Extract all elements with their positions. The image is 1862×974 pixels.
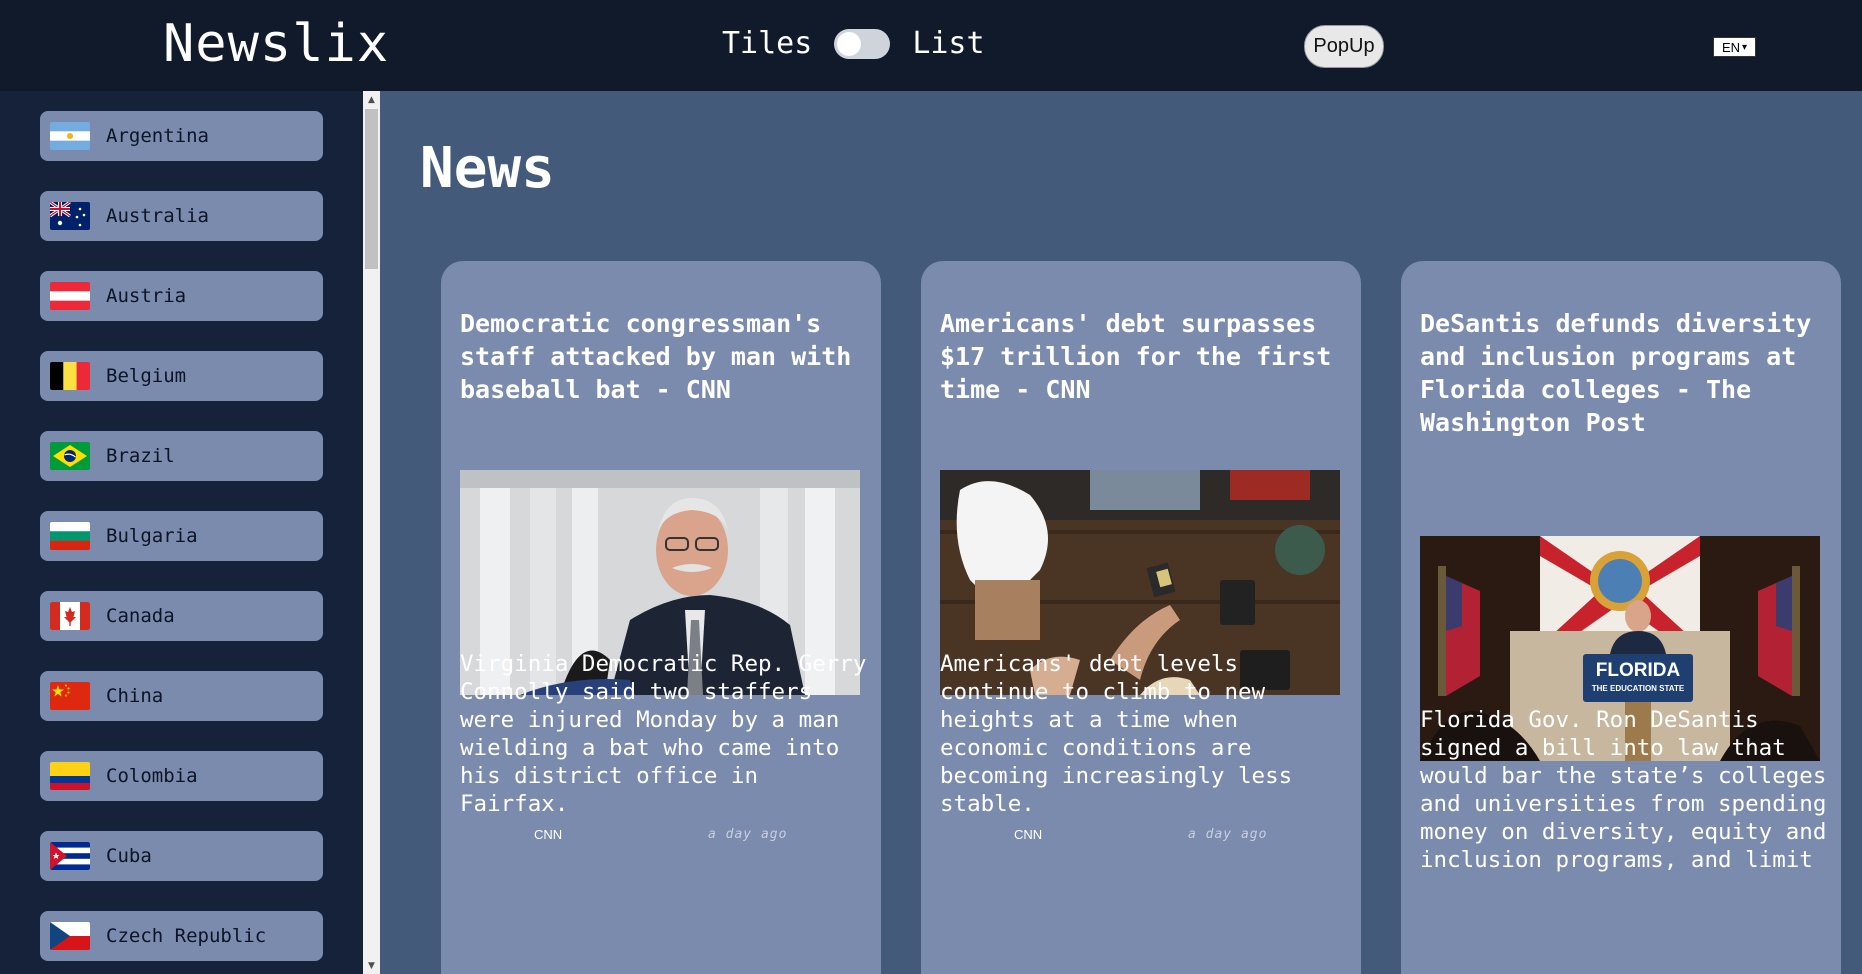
- page-title: News: [420, 136, 555, 201]
- sidebar-item-colombia[interactable]: Colombia: [40, 751, 323, 801]
- sidebar-item-china[interactable]: China: [40, 671, 323, 721]
- scrollbar-thumb[interactable]: [365, 109, 378, 269]
- flag-czech-republic-icon: [50, 922, 90, 950]
- view-list-label[interactable]: List: [912, 26, 984, 61]
- view-tiles-label[interactable]: Tiles: [722, 26, 812, 61]
- switch-knob: [837, 31, 862, 56]
- flag-bulgaria-icon: [50, 522, 90, 550]
- flag-canada-icon: [50, 602, 90, 630]
- sidebar-item-belgium[interactable]: Belgium: [40, 351, 323, 401]
- news-card-time: a day ago: [1188, 827, 1268, 842]
- news-card-title[interactable]: Democratic congressman's staff attacked …: [460, 307, 860, 406]
- flag-colombia-icon: [50, 762, 90, 790]
- sidebar-item-label: Colombia: [106, 765, 198, 787]
- sidebar-item-label: Bulgaria: [106, 525, 198, 547]
- news-card[interactable]: Americans' debt surpasses $17 trillion f…: [921, 261, 1361, 974]
- sidebar-item-cuba[interactable]: Cuba: [40, 831, 323, 881]
- top-header: Newslix Tiles List PopUp EN ▾: [0, 0, 1862, 91]
- podium-sign-text: FLORIDA: [1596, 660, 1681, 681]
- flag-belgium-icon: [50, 362, 90, 390]
- news-card-description: Virginia Democratic Rep. Gerry Connolly …: [460, 651, 867, 817]
- sidebar-item-label: China: [106, 685, 164, 707]
- app-logo[interactable]: Newslix: [163, 14, 389, 74]
- sidebar-item-argentina[interactable]: Argentina: [40, 111, 323, 161]
- sidebar-item-label: Czech Republic: [106, 925, 267, 947]
- sidebar-scrollbar[interactable]: ▲ ▼: [363, 91, 380, 974]
- scroll-down-arrow-icon[interactable]: ▼: [363, 957, 380, 974]
- sidebar-item-australia[interactable]: Australia: [40, 191, 323, 241]
- news-card-description: Florida Gov. Ron DeSantis signed a bill …: [1420, 707, 1827, 873]
- news-card[interactable]: Democratic congressman's staff attacked …: [441, 261, 881, 974]
- flag-china-icon: [50, 682, 90, 710]
- news-card[interactable]: DeSantis defunds diversity and inclusion…: [1401, 261, 1841, 974]
- sidebar-item-czech-republic[interactable]: Czech Republic: [40, 911, 323, 961]
- flag-austria-icon: [50, 282, 90, 310]
- news-card-title[interactable]: DeSantis defunds diversity and inclusion…: [1420, 307, 1820, 439]
- sidebar-item-canada[interactable]: Canada: [40, 591, 323, 641]
- sidebar-item-label: Cuba: [106, 845, 152, 867]
- flag-cuba-icon: [50, 842, 90, 870]
- flag-australia-icon: [50, 202, 90, 230]
- news-card-title[interactable]: Americans' debt surpasses $17 trillion f…: [940, 307, 1340, 406]
- sidebar-item-austria[interactable]: Austria: [40, 271, 323, 321]
- sidebar-item-label: Brazil: [106, 445, 175, 467]
- sidebar-item-label: Argentina: [106, 125, 209, 147]
- news-card-description: Americans' debt levels continue to climb…: [940, 651, 1293, 817]
- sidebar-item-label: Canada: [106, 605, 175, 627]
- sidebar-item-brazil[interactable]: Brazil: [40, 431, 323, 481]
- sidebar-item-bulgaria[interactable]: Bulgaria: [40, 511, 323, 561]
- news-card-source: CNN: [534, 827, 563, 842]
- news-card-source: CNN: [1014, 827, 1043, 842]
- podium-sign-subtext: THE EDUCATION STATE: [1592, 684, 1685, 693]
- scroll-up-arrow-icon[interactable]: ▲: [363, 91, 380, 108]
- sidebar-item-label: Austria: [106, 285, 187, 307]
- flag-argentina-icon: [50, 122, 90, 150]
- language-select[interactable]: EN ▾: [1713, 37, 1756, 57]
- language-value: EN: [1721, 39, 1741, 55]
- flag-brazil-icon: [50, 442, 90, 470]
- popup-button[interactable]: PopUp: [1304, 25, 1384, 68]
- view-mode-switch[interactable]: [834, 28, 891, 59]
- view-mode-toggle: Tiles List: [722, 26, 985, 61]
- app-root: Newslix Tiles List PopUp EN ▾ Argentina: [0, 0, 1862, 974]
- news-card-time: a day ago: [708, 827, 788, 842]
- news-main: News Democratic congressman's staff atta…: [380, 91, 1862, 974]
- country-sidebar: Argentina Australia Austria Belgium Braz…: [0, 91, 363, 974]
- chevron-down-icon: ▾: [1742, 41, 1748, 53]
- sidebar-item-label: Australia: [106, 205, 209, 227]
- sidebar-item-label: Belgium: [106, 365, 187, 387]
